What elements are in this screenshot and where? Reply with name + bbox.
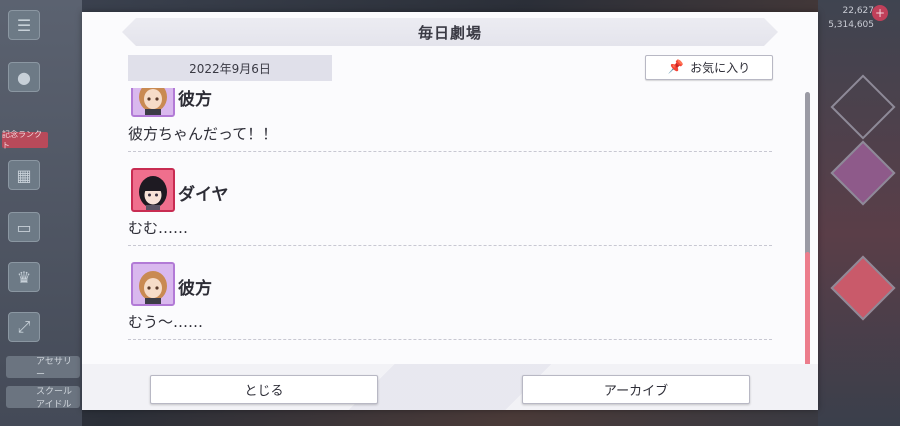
dialogue-list[interactable]: 彼方 彼方ちゃんだって！！ ダイヤ むむ…… 彼方 むう〜…… bbox=[128, 88, 772, 360]
background-right-menu: 22,627 5,314,605 + bbox=[818, 0, 900, 426]
dialog-title-bar: 毎日劇場 bbox=[122, 18, 778, 46]
background-left-menu: ☰ ● 記念ランクト ▦ ▭ ♛ ⤢ アセサリー スクール アイドル bbox=[0, 0, 82, 426]
chat-icon: ● bbox=[8, 62, 40, 92]
currency-value-1: 22,627 bbox=[842, 6, 875, 16]
trophy-icon: ♛ bbox=[8, 262, 40, 292]
background-diamond bbox=[830, 140, 896, 206]
add-currency-icon: + bbox=[872, 5, 888, 21]
dialogue-entry: 彼方 彼方ちゃんだって！！ bbox=[128, 88, 772, 152]
present-icon: ▦ bbox=[8, 160, 40, 190]
menu-icon: ☰ bbox=[8, 10, 40, 40]
scrollbar[interactable] bbox=[805, 92, 810, 368]
kanata-avatar bbox=[131, 262, 175, 306]
event-tag: 記念ランクト bbox=[2, 130, 48, 150]
scrollbar-thumb[interactable] bbox=[805, 252, 810, 368]
currency-value-2: 5,314,605 bbox=[828, 20, 874, 30]
favorite-label: お気に入り bbox=[690, 61, 751, 75]
background-diamond bbox=[830, 255, 896, 321]
dialog-title: 毎日劇場 bbox=[417, 23, 482, 42]
dialogue-entry: 彼方 むう〜…… bbox=[128, 246, 772, 340]
expand-icon: ⤢ bbox=[8, 312, 40, 342]
pin-icon: 📌 bbox=[667, 60, 685, 75]
dialogue-line: 彼方ちゃんだって！！ bbox=[128, 125, 278, 143]
close-button[interactable]: とじる bbox=[150, 375, 378, 404]
notice-icon: ▭ bbox=[8, 212, 40, 242]
speaker-name: ダイヤ bbox=[178, 185, 229, 205]
dialogue-entry: ダイヤ むむ…… bbox=[128, 152, 772, 246]
favorite-button[interactable]: 📌 お気に入り bbox=[645, 55, 773, 80]
dia-avatar bbox=[131, 168, 175, 212]
archive-button[interactable]: アーカイブ bbox=[522, 375, 750, 404]
accessory-tag: アセサリー bbox=[6, 356, 80, 380]
speaker-name: 彼方 bbox=[178, 90, 212, 110]
background-diamond bbox=[830, 74, 896, 140]
school-idol-tag: スクール アイドル bbox=[6, 386, 80, 410]
kanata-avatar bbox=[131, 88, 175, 117]
date-label: 2022年9月6日 bbox=[128, 55, 332, 81]
dialogue-line: むう〜…… bbox=[128, 313, 204, 331]
daily-theater-dialog: 毎日劇場 2022年9月6日 📌 お気に入り 彼方 彼方ちゃんだって！！ ダイヤ… bbox=[82, 12, 818, 410]
dialogue-line: むむ…… bbox=[128, 219, 189, 237]
speaker-name: 彼方 bbox=[178, 279, 212, 299]
